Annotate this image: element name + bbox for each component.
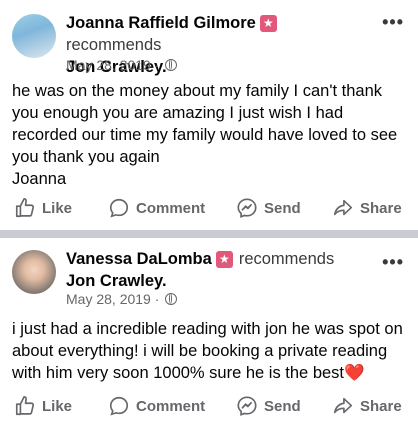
recommendation-star-icon: ★	[259, 15, 277, 32]
share-button[interactable]: Share	[332, 386, 402, 426]
send-label: Send	[264, 199, 301, 217]
post-text-content: he was on the money about my family I ca…	[12, 82, 398, 188]
recommendation-post: Joanna Raffield Gilmore ★recommends Jon C…	[0, 0, 418, 230]
comment-label: Comment	[136, 199, 206, 217]
like-label: Like	[42, 397, 73, 415]
share-button[interactable]: Share	[332, 188, 402, 228]
avatar[interactable]	[12, 250, 56, 294]
more-options-icon[interactable]: •••	[382, 252, 404, 273]
like-label: Like	[42, 199, 73, 217]
thumbs-up-icon	[15, 396, 35, 416]
recommends-text: recommends	[66, 36, 162, 54]
post-separator	[0, 230, 418, 238]
like-button[interactable]: Like	[14, 188, 72, 228]
avatar[interactable]	[12, 14, 56, 58]
share-arrow-icon	[333, 199, 353, 216]
globe-icon	[165, 293, 178, 305]
post-meta: May 28, 2019 ·	[66, 290, 178, 308]
messenger-icon	[237, 198, 257, 218]
post-meta: May 28, 2019 ·	[66, 56, 178, 74]
action-bar: Like Comment Send Share	[0, 386, 418, 426]
send-button[interactable]: Send	[236, 386, 301, 426]
post-text: i just had a incredible reading with jon…	[12, 318, 406, 384]
comment-button[interactable]: Comment	[108, 386, 205, 426]
messenger-icon	[237, 396, 257, 416]
recommendation-star-icon: ★	[215, 251, 233, 268]
post-date[interactable]: May 28, 2019 ·	[66, 291, 163, 307]
author-name[interactable]: Joanna Raffield Gilmore	[66, 14, 256, 32]
send-label: Send	[264, 397, 301, 415]
author-name[interactable]: Vanessa DaLomba	[66, 250, 212, 268]
like-button[interactable]: Like	[14, 386, 72, 426]
more-options-icon[interactable]: •••	[382, 12, 404, 33]
globe-icon	[165, 59, 178, 71]
share-label: Share	[360, 397, 402, 415]
recommendation-post: Vanessa DaLomba ★ recommends Jon Crawley. …	[0, 238, 418, 428]
comment-icon	[109, 198, 129, 218]
action-bar: Like Comment Send Share	[0, 188, 418, 228]
comment-button[interactable]: Comment	[108, 188, 205, 228]
recommends-text: recommends	[238, 250, 335, 268]
post-header: Vanessa DaLomba ★ recommends Jon Crawley.	[66, 248, 374, 292]
send-button[interactable]: Send	[236, 188, 301, 228]
comment-label: Comment	[136, 397, 206, 415]
page-name[interactable]: Jon Crawley.	[66, 272, 167, 290]
share-label: Share	[360, 199, 402, 217]
thumbs-up-icon	[15, 198, 35, 218]
post-date[interactable]: May 28, 2019 ·	[66, 57, 163, 73]
share-arrow-icon	[333, 397, 353, 414]
heart-emoji: ❤️	[344, 364, 365, 382]
post-text: he was on the money about my family I ca…	[12, 80, 406, 190]
comment-icon	[109, 396, 129, 416]
